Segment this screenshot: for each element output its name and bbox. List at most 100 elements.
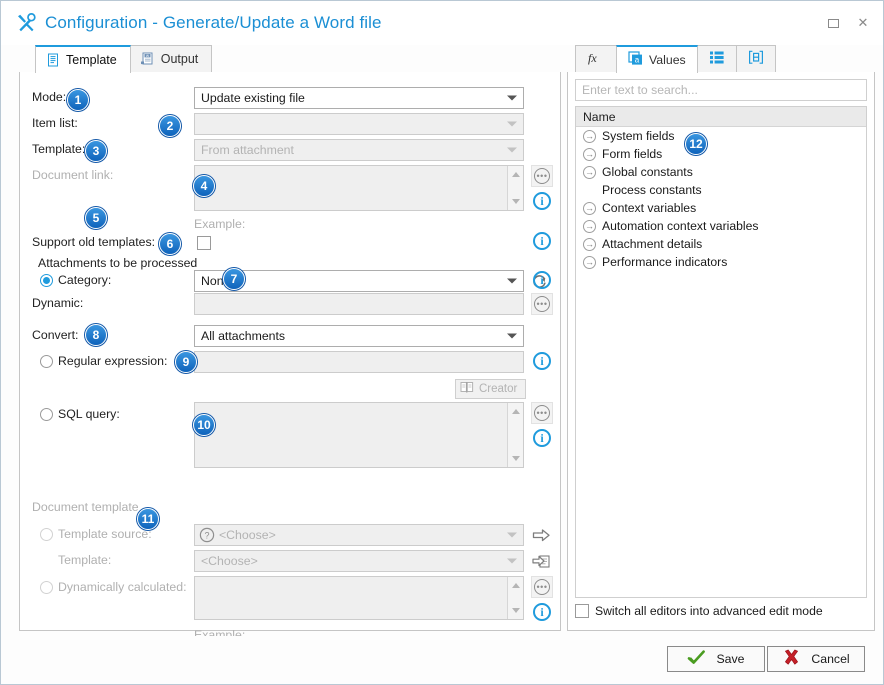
cancel-button[interactable]: Cancel: [767, 646, 865, 672]
regular-expression-radio[interactable]: [40, 354, 53, 368]
example-top-row: Example:: [194, 217, 245, 231]
item-list-row: Item list:: [32, 116, 78, 130]
dynamically-calculated-row[interactable]: Dynamically calculated:: [40, 580, 187, 594]
expand-arrow-icon[interactable]: →: [583, 201, 596, 215]
template-row: Template:: [32, 142, 85, 156]
tree-item-context-variables[interactable]: → Context variables: [576, 199, 866, 217]
chevron-down-icon: [507, 147, 517, 153]
expand-arrow-icon[interactable]: →: [583, 219, 596, 233]
sql-query-textarea[interactable]: [194, 402, 524, 468]
document-link-textarea[interactable]: [194, 165, 524, 211]
annotation-badge-2: 2: [159, 115, 181, 137]
example-top-label: Example:: [194, 217, 246, 231]
expand-arrow-icon[interactable]: →: [583, 237, 596, 251]
green-check-icon: [687, 649, 706, 669]
sql-query-scrollbar[interactable]: [507, 403, 523, 467]
sql-query-row[interactable]: SQL query:: [40, 407, 120, 421]
sql-query-browse-button[interactable]: •••: [531, 402, 553, 424]
template-sub-open-icon[interactable]: [530, 550, 552, 572]
annotation-badge-1: 1: [67, 89, 89, 111]
advanced-edit-mode-checkbox[interactable]: [575, 604, 589, 618]
template-value: From attachment: [201, 143, 294, 157]
template-source-goto-icon[interactable]: [530, 524, 552, 546]
document-link-scrollbar[interactable]: [507, 166, 523, 210]
tree-item-performance-indicators[interactable]: → Performance indicators: [576, 253, 866, 271]
annotation-badge-4: 4: [193, 175, 215, 197]
document-link-browse-button[interactable]: •••: [531, 165, 553, 187]
tree-item-automation-context-variables[interactable]: → Automation context variables: [576, 217, 866, 235]
template-source-row[interactable]: Template source:: [40, 527, 152, 541]
tree-item-label: Automation context variables: [602, 219, 759, 233]
chevron-down-icon: [507, 558, 517, 564]
template-select[interactable]: From attachment: [194, 139, 524, 161]
regular-expression-info-icon[interactable]: i: [533, 352, 551, 370]
document-link-info-icon[interactable]: i: [533, 192, 551, 210]
dynamic-input[interactable]: [194, 293, 524, 315]
annotation-badge-8: 8: [85, 324, 107, 346]
dynamic-label: Dynamic:: [32, 296, 84, 310]
dynamically-calculated-info-icon[interactable]: i: [533, 603, 551, 621]
dynamic-browse-button[interactable]: •••: [531, 293, 553, 315]
dynamically-calculated-textarea[interactable]: [194, 576, 524, 620]
attachments-group-label: Attachments to be processed: [38, 256, 198, 270]
template-label: Template:: [32, 142, 86, 156]
tree-item-attachment-details[interactable]: → Attachment details: [576, 235, 866, 253]
advanced-edit-mode-row[interactable]: Switch all editors into advanced edit mo…: [575, 604, 867, 618]
maximize-button[interactable]: [823, 13, 843, 33]
convert-select[interactable]: All attachments: [194, 325, 524, 347]
category-radio[interactable]: [40, 273, 53, 287]
mode-row: Mode:: [32, 90, 66, 104]
expand-arrow-icon[interactable]: →: [583, 165, 596, 179]
tree-item-global-constants[interactable]: → Global constants: [576, 163, 866, 181]
expand-arrow-icon[interactable]: →: [583, 255, 596, 269]
tree-item-label: Global constants: [602, 165, 693, 179]
example-top-info-icon[interactable]: i: [533, 232, 551, 250]
tree-item-label: System fields: [602, 129, 675, 143]
attachments-group-row: Attachments to be processed: [38, 256, 197, 270]
scroll-down-icon: [511, 608, 520, 613]
dynamically-calculated-radio[interactable]: [40, 580, 53, 594]
expand-arrow-icon[interactable]: →: [583, 129, 596, 143]
save-button[interactable]: Save: [667, 646, 765, 672]
sql-query-radio[interactable]: [40, 407, 53, 421]
ellipsis-icon: •••: [534, 168, 550, 184]
expand-arrow-icon[interactable]: →: [583, 147, 596, 161]
mode-select[interactable]: Update existing file: [194, 87, 524, 109]
template-source-radio[interactable]: [40, 527, 53, 541]
tab-values[interactable]: a Values: [616, 45, 698, 73]
template-sub-row: Template:: [58, 553, 111, 567]
tab-output[interactable]: W Output: [129, 45, 213, 72]
search-input[interactable]: Enter text to search...: [575, 79, 867, 101]
list-icon: [709, 50, 725, 68]
tree-item-label: Process constants: [602, 183, 702, 197]
annotation-badge-9: 9: [175, 351, 197, 373]
right-tabstrip: fx a Values: [567, 45, 875, 73]
regular-expression-input[interactable]: [194, 351, 524, 373]
close-icon[interactable]: ✕: [853, 13, 873, 33]
tab-template[interactable]: Template: [35, 45, 131, 73]
dynamically-calculated-scrollbar[interactable]: [507, 577, 523, 619]
regular-expression-row[interactable]: Regular expression:: [40, 354, 167, 368]
tab-list[interactable]: [696, 45, 737, 72]
tools-icon: [15, 12, 37, 34]
tree-item-process-constants[interactable]: Process constants: [576, 181, 866, 199]
item-list-select[interactable]: [194, 113, 524, 135]
category-info-icon[interactable]: i: [533, 271, 551, 289]
mode-label: Mode:: [32, 90, 67, 104]
support-old-templates-label: Support old templates:: [32, 235, 156, 249]
template-source-select[interactable]: ? <Choose>: [194, 524, 524, 546]
tab-saved[interactable]: [735, 45, 776, 72]
tree-item-system-fields[interactable]: → System fields: [576, 127, 866, 145]
save-button-label: Save: [716, 652, 745, 666]
category-row[interactable]: Category:: [40, 273, 111, 287]
ellipsis-icon: •••: [534, 296, 550, 312]
tree-item-form-fields[interactable]: → Form fields: [576, 145, 866, 163]
template-sub-select[interactable]: <Choose>: [194, 550, 524, 572]
creator-button[interactable]: Creator: [455, 379, 527, 399]
support-old-templates-checkbox[interactable]: [197, 236, 211, 250]
dynamically-calculated-browse-button[interactable]: •••: [531, 576, 553, 598]
tab-functions[interactable]: fx: [575, 45, 617, 72]
scroll-up-icon: [511, 583, 520, 588]
values-tree: Name → System fields → Form fields → Glo…: [575, 106, 867, 598]
sql-query-info-icon[interactable]: i: [533, 429, 551, 447]
